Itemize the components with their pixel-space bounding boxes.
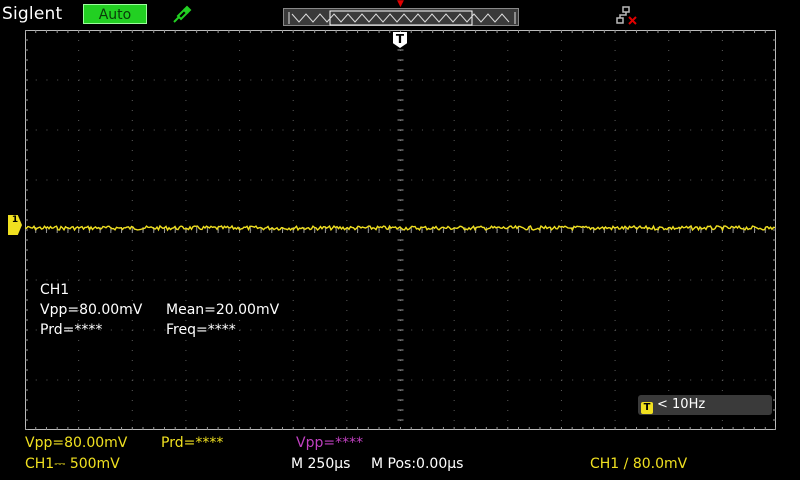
trigger-badge-icon: T xyxy=(641,402,653,414)
probe-icon xyxy=(170,4,192,26)
trigger-position-indicator: ▼ xyxy=(397,0,404,9)
graticule xyxy=(25,30,776,430)
ch1-marker-label: 1 xyxy=(11,215,19,225)
oscilloscope-screen: Siglent Auto ▼ T 1 CH1 Vpp=80.00mV Mean=… xyxy=(0,0,800,480)
measure-mean: Mean=20.00mV xyxy=(166,302,280,318)
timebase-scale[interactable]: M 250µs xyxy=(291,456,350,472)
measure-frequency: Freq=**** xyxy=(166,322,236,338)
trigger-frequency-value: < 10Hz xyxy=(657,397,706,412)
ch1-offset-marker[interactable]: 1 xyxy=(8,215,22,235)
network-disconnected-icon xyxy=(616,6,638,26)
measure-channel-label: CH1 xyxy=(40,282,70,298)
waveform-overview-bar[interactable] xyxy=(283,8,519,26)
acquire-mode-indicator[interactable]: Auto xyxy=(83,4,147,24)
horizontal-position[interactable]: M Pos:0.00µs xyxy=(371,456,463,472)
status-period: Prd=**** xyxy=(161,435,224,451)
measure-vpp: Vpp=80.00mV xyxy=(40,302,143,318)
ch1-scale[interactable]: CH1⎓ 500mV xyxy=(25,456,120,472)
status-vpp: Vpp=80.00mV xyxy=(25,435,128,451)
measure-period: Prd=**** xyxy=(40,322,103,338)
trigger-frequency-counter: T < 10Hz xyxy=(638,395,772,415)
brand-label: Siglent xyxy=(2,4,63,24)
trigger-setting[interactable]: CH1 ∕ 80.0mV xyxy=(590,456,687,472)
status-ch2-vpp: Vpp=**** xyxy=(296,435,364,451)
